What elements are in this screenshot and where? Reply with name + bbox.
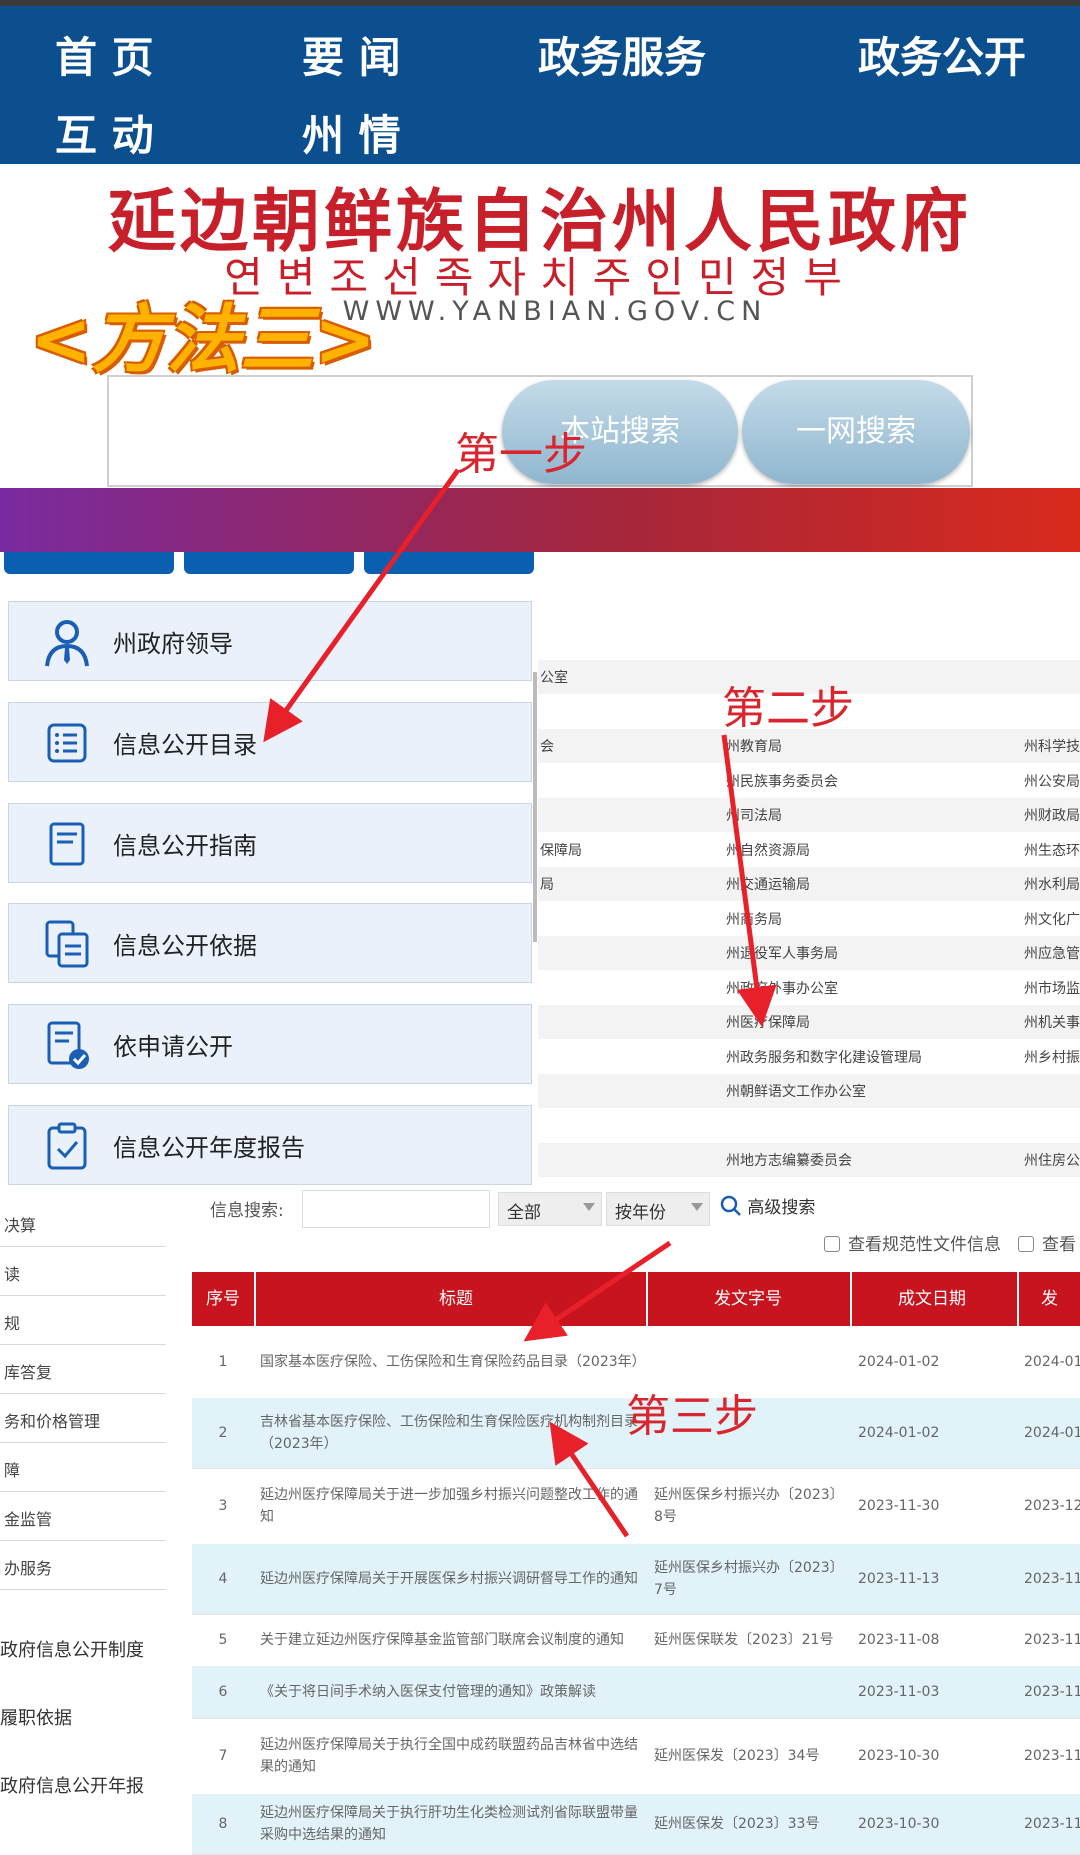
annotation-arrows [263, 468, 777, 1538]
step-three-arrow-a [523, 1240, 672, 1342]
step-three-arrow-b [549, 1421, 630, 1538]
step-one-arrow [263, 468, 461, 743]
step-two-arrow [721, 734, 777, 1027]
